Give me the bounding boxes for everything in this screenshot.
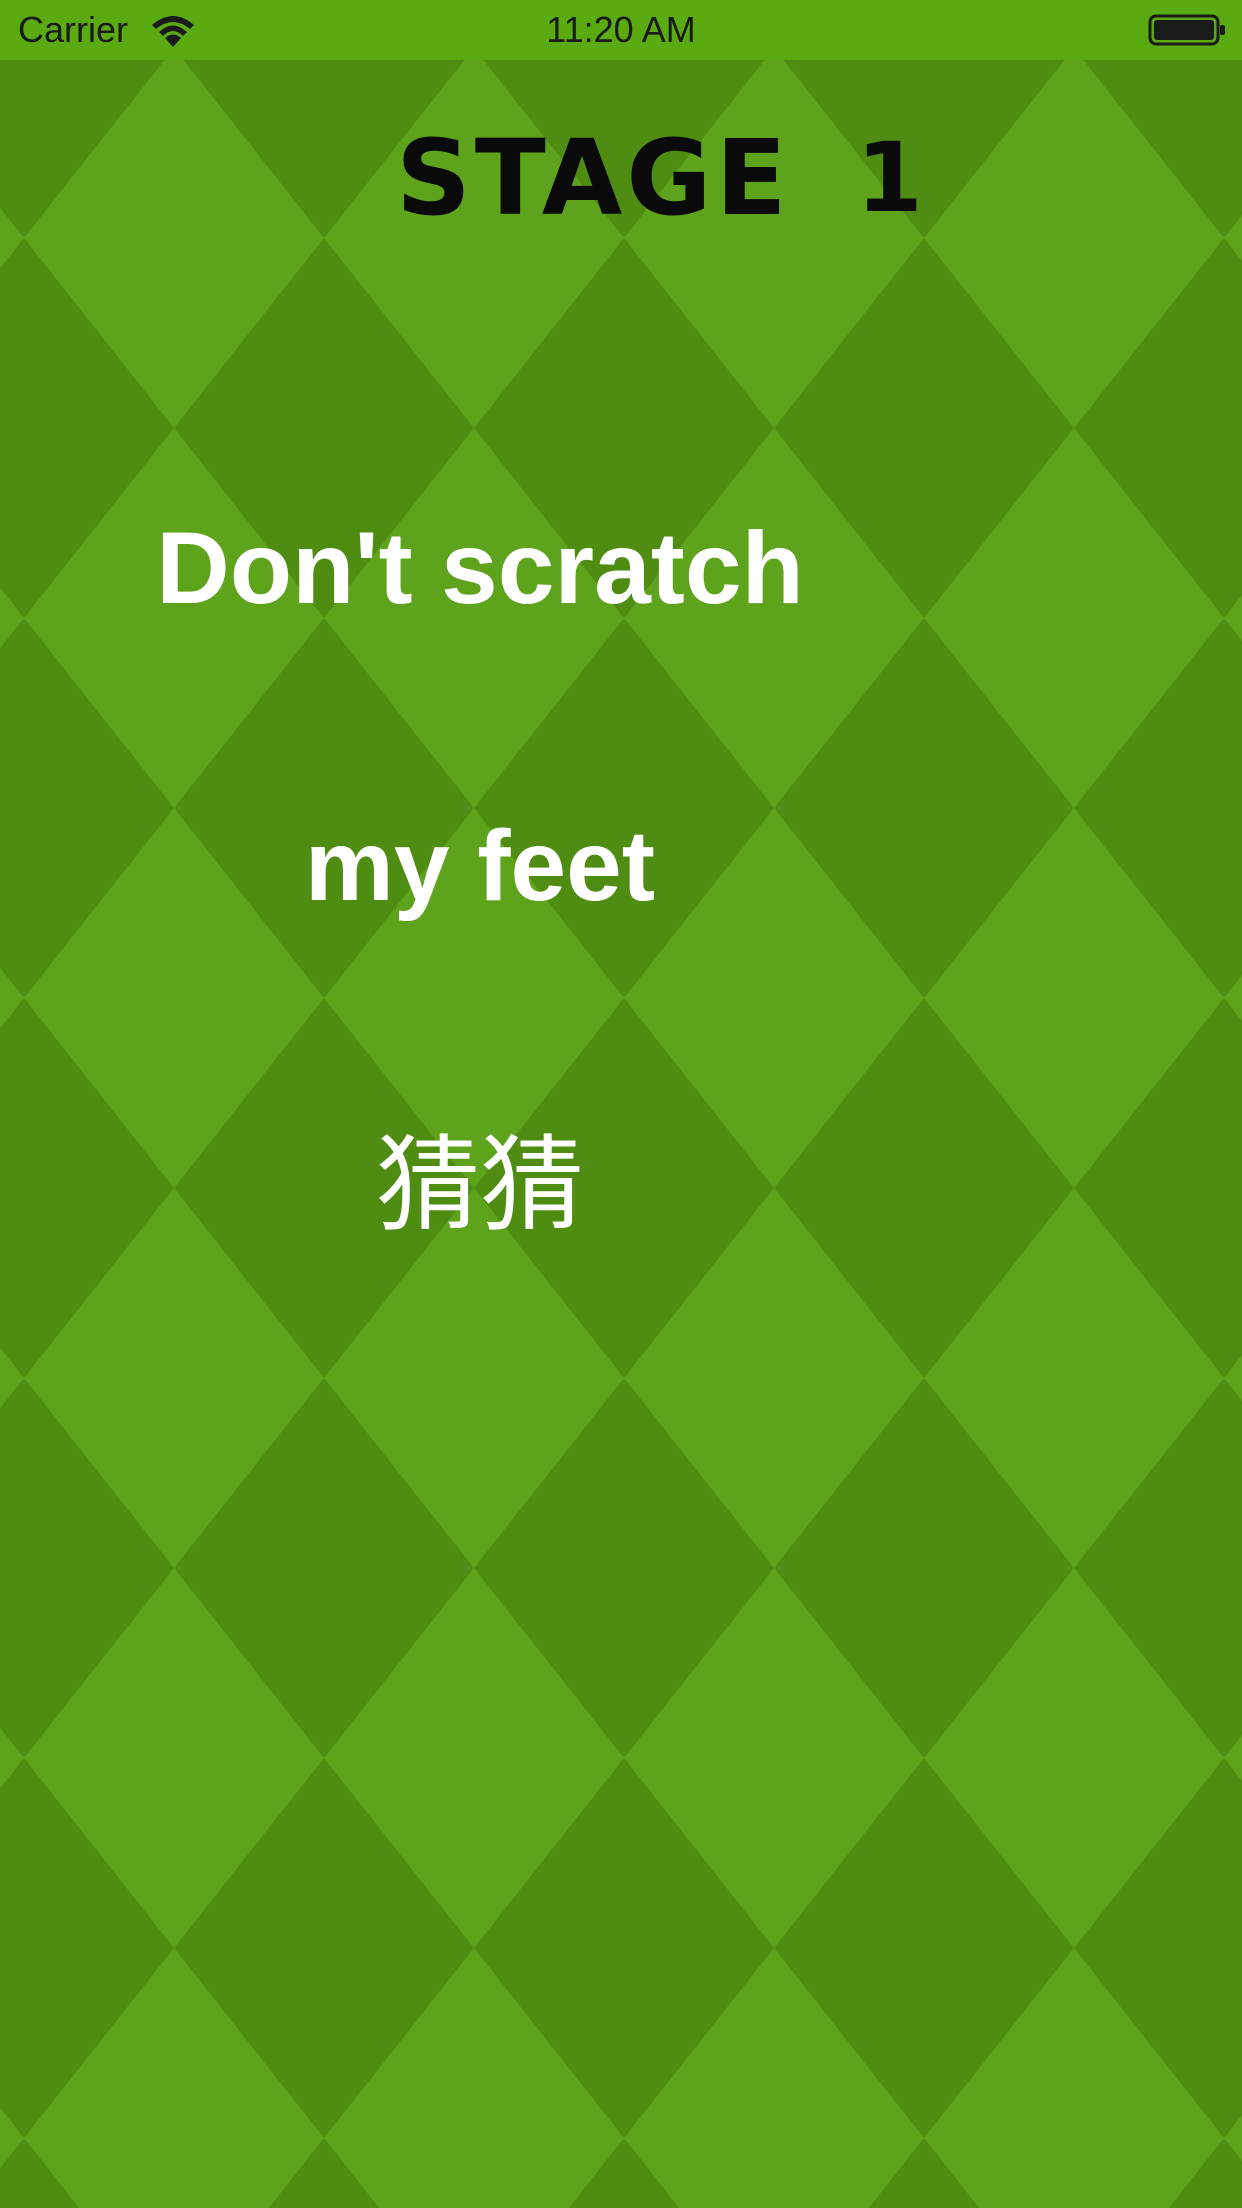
battery-icon xyxy=(1148,14,1225,46)
game-screen: Carrier 11:20 AM STAGE 1 Don't scratch m… xyxy=(0,0,1242,2208)
word-option-3[interactable]: 猜猜 xyxy=(0,1120,960,1250)
harlequin-background xyxy=(0,0,1242,2208)
status-bar: Carrier 11:20 AM xyxy=(0,0,1242,60)
word-option-1[interactable]: Don't scratch xyxy=(0,508,960,628)
stage-number: 1 xyxy=(856,122,923,234)
word-option-2[interactable]: my feet xyxy=(0,806,960,926)
stage-title: STAGE xyxy=(396,117,791,239)
clock-time: 11:20 AM xyxy=(546,9,696,50)
